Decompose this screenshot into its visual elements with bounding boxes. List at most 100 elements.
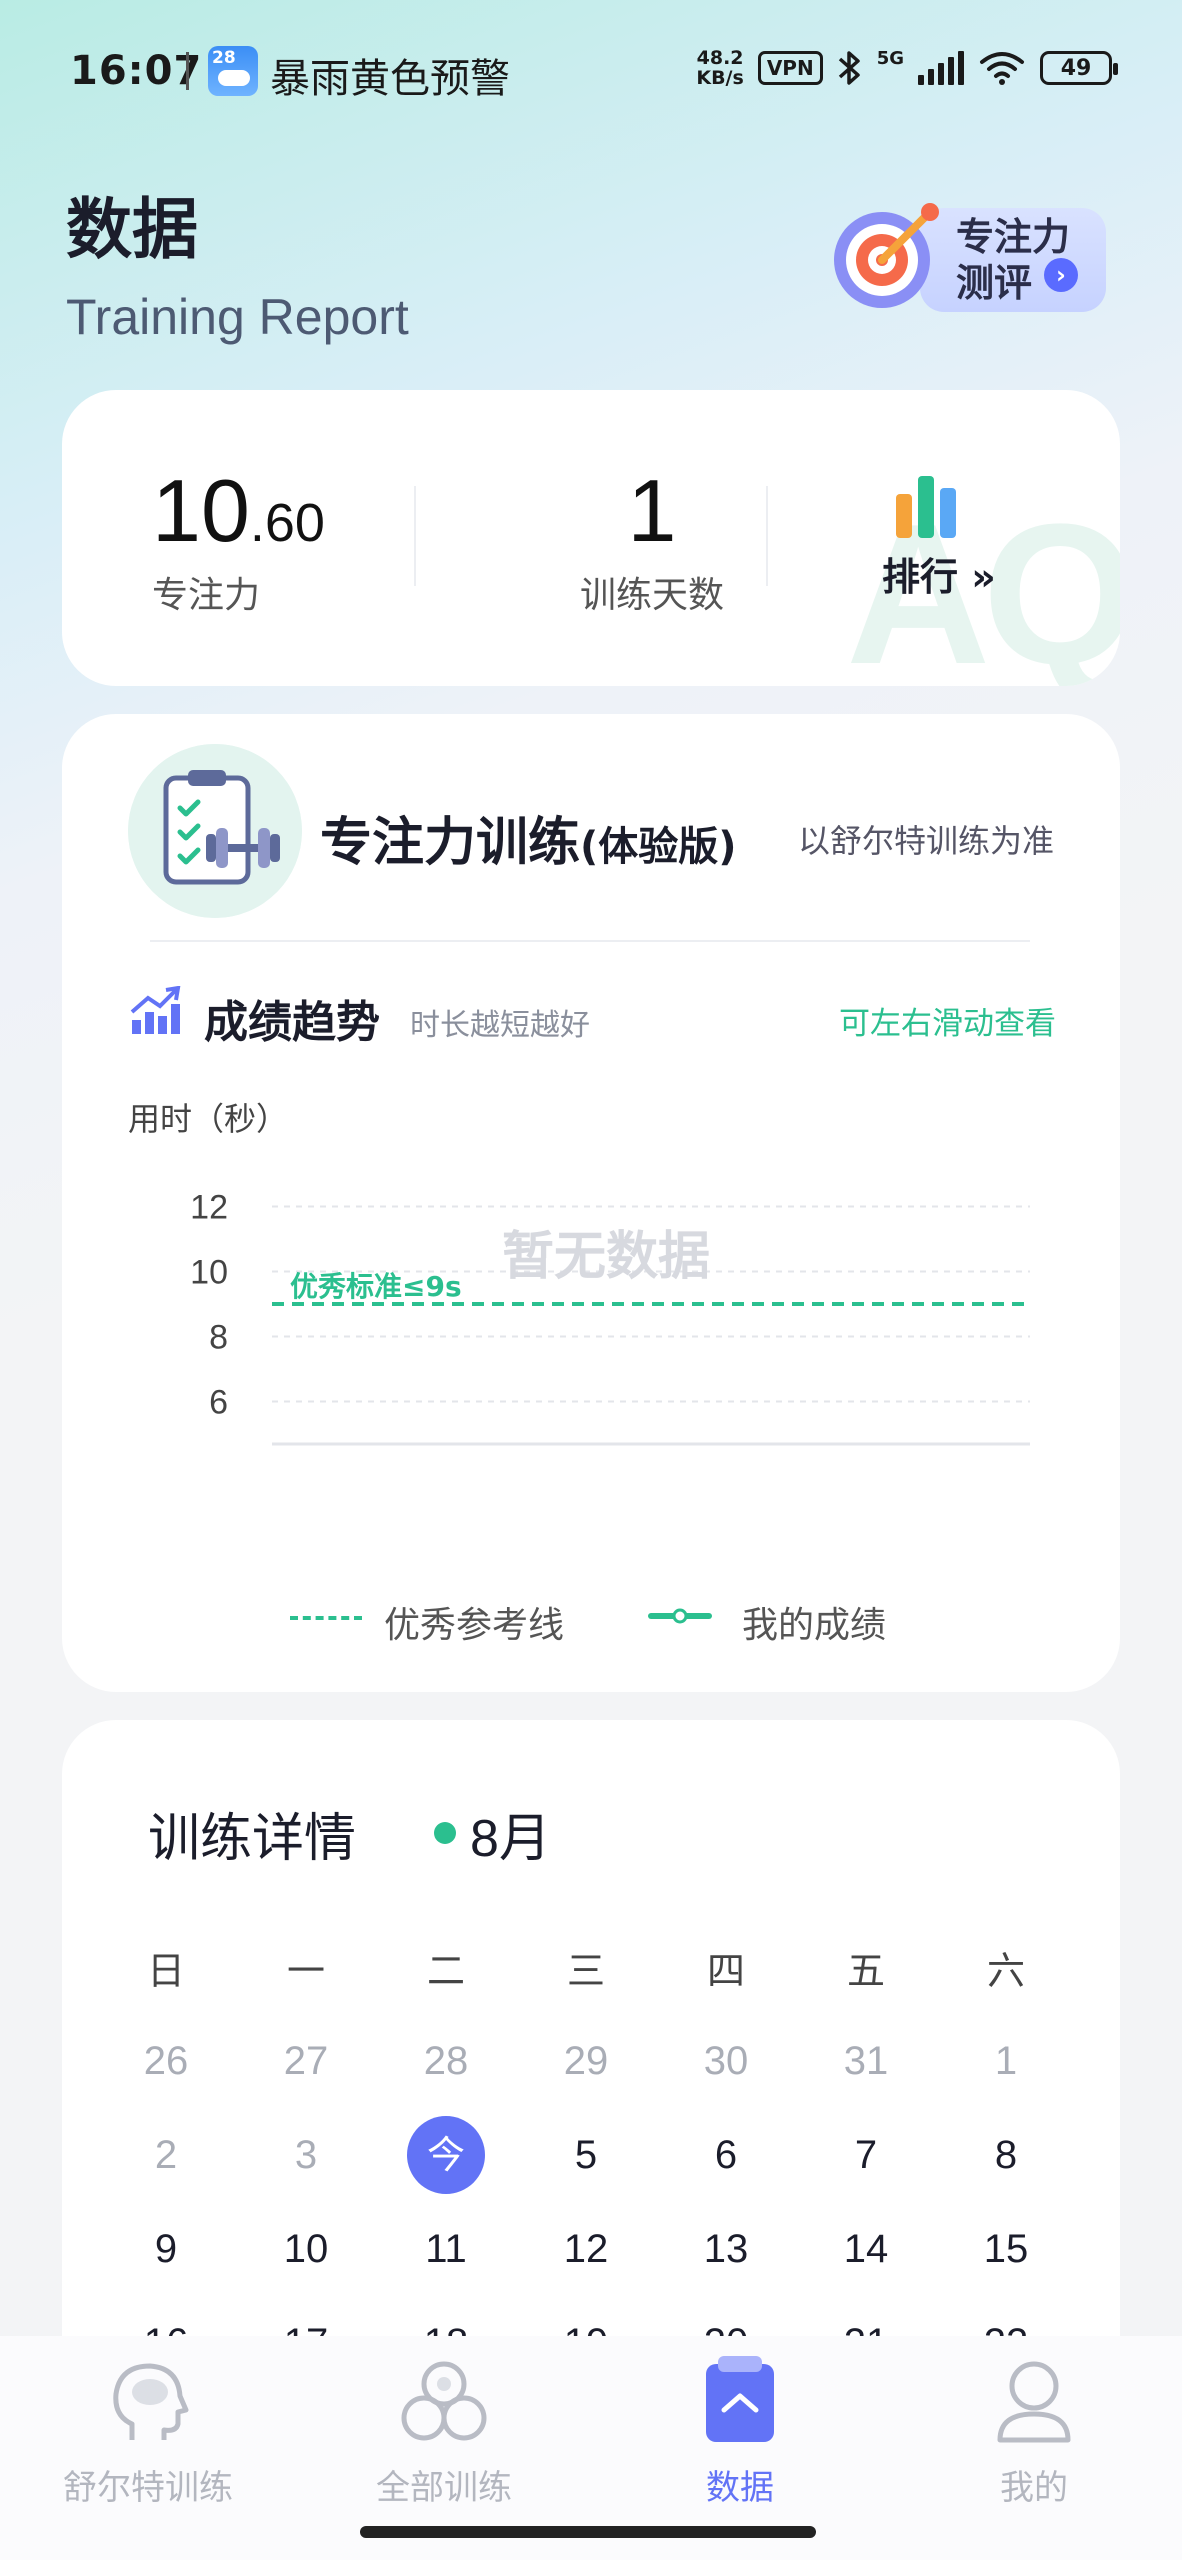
calendar: 日一二三四五六 26 27 28 29 30 31 1 2 3 今 5 6 7 8 9 10 11 12 13 14 1…: [96, 1920, 1076, 2390]
calendar-day[interactable]: 6: [656, 2133, 796, 2178]
calendar-day-number: 26: [143, 2038, 189, 2083]
calendar-day[interactable]: 28: [376, 2039, 516, 2084]
weekday-label: 一: [286, 1948, 325, 1993]
trend-chart-icon: [130, 986, 181, 1034]
calendar-day[interactable]: 15: [936, 2227, 1076, 2272]
training-card: 专注力训练(体验版) 以舒尔特训练为准 成绩趋势 时长越短越好 可左右滑动查看 …: [62, 714, 1120, 1692]
scroll-hint: 可左右滑动查看: [839, 1006, 1056, 1042]
battery-icon: 49: [1040, 51, 1118, 85]
calendar-day[interactable]: 12: [516, 2227, 656, 2272]
weather-temperature: 28: [212, 48, 236, 68]
training-days: 1 训练天数: [512, 460, 792, 618]
focus-score: 10.60 专注力: [152, 460, 325, 618]
calendar-today[interactable]: 今: [376, 2116, 516, 2194]
weekday-label: 二: [426, 1948, 465, 1993]
nav-tab-schulte[interactable]: 舒尔特训练: [28, 2354, 268, 2509]
status-bar: 16:07 28 暴雨黄色预警 48.2 KB/s VPN 5G 49: [0, 0, 1182, 150]
calendar-day[interactable]: 3: [236, 2133, 376, 2178]
calendar-day-number: 今: [407, 2116, 485, 2194]
clipboard-dumbbell-icon: [128, 744, 302, 918]
training-title: 专注力训练(体验版): [320, 800, 737, 875]
training-title-suffix: (体验版): [580, 824, 737, 870]
user-icon: [997, 2361, 1071, 2443]
calendar-day-number: 29: [563, 2038, 609, 2083]
app-root: 16:07 28 暴雨黄色预警 48.2 KB/s VPN 5G 49 数据 T…: [0, 0, 1182, 2560]
calendar-day[interactable]: 9: [96, 2227, 236, 2272]
calendar-day-number: 13: [703, 2226, 749, 2271]
weather-icon: 28: [208, 46, 258, 96]
calendar-day-number: 30: [703, 2038, 749, 2083]
calendar-day[interactable]: 1: [936, 2039, 1076, 2084]
calendar-day-number: 28: [423, 2038, 469, 2083]
nav-label: 舒尔特训练: [63, 2468, 233, 2508]
y-tick-label: 6: [209, 1384, 228, 1422]
calendar-day[interactable]: 7: [796, 2133, 936, 2178]
calendar-day-number: 3: [294, 2132, 318, 2177]
calendar-day[interactable]: 30: [656, 2039, 796, 2084]
calendar-day-number: 8: [994, 2132, 1018, 2177]
focus-assessment-button[interactable]: 专注力 测评 ›: [830, 200, 1106, 312]
nav-tab-all-training[interactable]: 全部训练: [324, 2354, 564, 2509]
nav-tab-data[interactable]: 数据: [620, 2354, 860, 2509]
y-tick-label: 12: [190, 1189, 228, 1227]
calendar-day-number: 7: [854, 2132, 878, 2177]
page-subtitle: Training Report: [66, 289, 409, 345]
weekday-label: 六: [986, 1948, 1025, 1993]
signal-icon: [918, 51, 964, 85]
calendar-day[interactable]: 13: [656, 2227, 796, 2272]
calendar-day[interactable]: 10: [236, 2227, 376, 2272]
calendar-day-number: 6: [714, 2132, 738, 2177]
calendar-day-number: 27: [283, 2038, 329, 2083]
calendar-day[interactable]: 29: [516, 2039, 656, 2084]
home-indicator[interactable]: [360, 2526, 816, 2538]
page-title: 数据: [66, 191, 198, 268]
assessment-label-line2: 测评: [956, 261, 1033, 305]
network-speed-unit: KB/s: [696, 67, 744, 89]
focus-score-value: 10.60: [152, 460, 325, 562]
nav-tab-mine[interactable]: 我的: [914, 2354, 1154, 2509]
trend-chart[interactable]: 12 10 8 6 优秀标准≤9s: [62, 1154, 1120, 1454]
weekday-label: 三: [566, 1948, 605, 1993]
y-tick-label: 8: [209, 1319, 228, 1357]
calendar-day-number: 1: [994, 2038, 1018, 2083]
weather-alert: 暴雨黄色预警: [270, 56, 510, 102]
calendar-day[interactable]: 31: [796, 2039, 936, 2084]
stats-divider: [414, 486, 416, 586]
ranking-button[interactable]: 排行 »: [882, 476, 1042, 601]
chevron-right-icon: ›: [1044, 258, 1078, 292]
bar-chart-icon: [896, 476, 1042, 538]
calendar-day[interactable]: 8: [936, 2133, 1076, 2178]
ranking-label: 排行 »: [882, 555, 996, 599]
cloud-icon: [218, 70, 250, 86]
weekday-label: 五: [846, 1948, 885, 1993]
calendar-day-number: 14: [843, 2226, 889, 2271]
calendar-day-number: 12: [563, 2226, 609, 2271]
chart-legend: 优秀参考线 我的成绩: [62, 1594, 1120, 1654]
status-icons: 48.2 KB/s VPN 5G 49: [696, 48, 1118, 89]
calendar-day[interactable]: 11: [376, 2227, 516, 2272]
focus-score-label: 专注力: [152, 575, 261, 616]
detail-title: 训练详情: [148, 1809, 357, 1869]
empty-state-text: 暂无数据: [502, 1227, 711, 1287]
y-tick-label: 10: [190, 1254, 228, 1292]
stats-divider: [766, 486, 768, 586]
stats-card: AQ 10.60 专注力 1 训练天数 排行 »: [62, 390, 1120, 686]
focus-score-fraction: .60: [249, 493, 325, 553]
y-axis-label: 用时（秒）: [128, 1100, 289, 1138]
detail-month[interactable]: 8月: [470, 1796, 551, 1871]
detail-dot: [434, 1822, 456, 1844]
training-title-main: 专注力训练: [320, 813, 581, 873]
training-days-label: 训练天数: [579, 575, 724, 616]
battery-level: 49: [1060, 55, 1092, 81]
calendar-day[interactable]: 26: [96, 2039, 236, 2084]
circles-icon: [401, 2361, 487, 2441]
calendar-day[interactable]: 5: [516, 2133, 656, 2178]
calendar-day[interactable]: 27: [236, 2039, 376, 2084]
calendar-weekday-row: 日一二三四五六: [96, 1920, 1076, 2014]
trend-subtitle: 时长越短越好: [410, 1008, 590, 1043]
focus-score-integer: 10: [152, 461, 250, 560]
calendar-day[interactable]: 14: [796, 2227, 936, 2272]
calendar-day[interactable]: 2: [96, 2133, 236, 2178]
calendar-day-number: 9: [154, 2226, 178, 2271]
weekday-label: 日: [146, 1948, 185, 1993]
